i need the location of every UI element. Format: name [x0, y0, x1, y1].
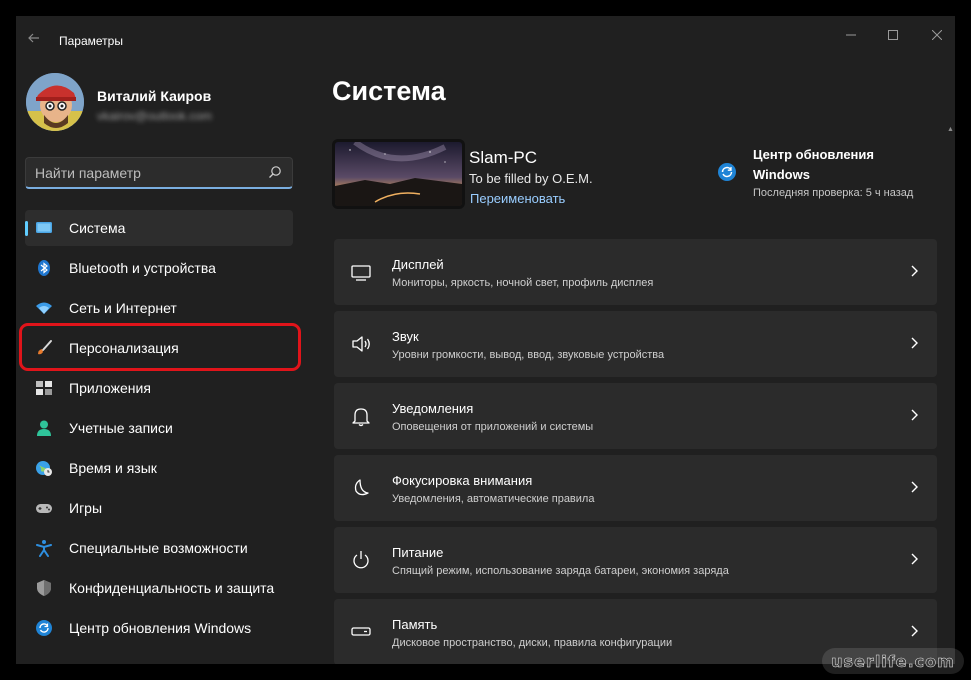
card-title: Звук [392, 329, 419, 344]
chevron-right-icon [911, 553, 918, 565]
power-icon [353, 551, 369, 569]
chevron-right-icon [911, 625, 918, 637]
device-model: To be filled by O.E.M. [469, 171, 593, 186]
card-subtitle: Уведомления, автоматические правила [392, 493, 595, 505]
bluetooth-icon [38, 260, 50, 276]
card-power[interactable]: Питание Спящий режим, использование заря… [334, 527, 937, 593]
sidebar-item-label: Игры [69, 500, 103, 516]
bell-icon [352, 408, 370, 427]
shield-icon [37, 580, 51, 596]
card-title: Питание [392, 545, 444, 560]
chevron-right-icon [911, 337, 918, 349]
sidebar-nav: Система Bluetooth и устройства Сеть и Ин… [25, 210, 293, 650]
sidebar-item-label: Bluetooth и устройства [69, 260, 216, 276]
sidebar-item-label: Учетные записи [69, 420, 173, 436]
search-box[interactable] [25, 157, 293, 189]
device-wallpaper-thumbnail [332, 139, 465, 209]
watermark-text: userlife.com [831, 652, 955, 672]
profile-name: Виталий Каиров [97, 88, 212, 104]
card-display[interactable]: Дисплей Мониторы, яркость, ночной свет, … [334, 239, 937, 305]
card-title: Память [392, 617, 438, 632]
close-button[interactable] [914, 22, 955, 50]
card-sound[interactable]: Звук Уровни громкости, вывод, ввод, звук… [334, 311, 937, 377]
card-title: Фокусировка внимания [392, 473, 533, 488]
settings-window: Параметры Виталий Каиров vkairov@outlook… [16, 16, 955, 664]
minimize-button[interactable] [828, 22, 874, 50]
avatar[interactable] [26, 73, 84, 131]
windows-update-status-icon[interactable] [717, 162, 737, 182]
rename-link[interactable]: Переименовать [470, 191, 565, 206]
sidebar-item-windows-update[interactable]: Центр обновления Windows [25, 610, 293, 646]
chevron-right-icon [911, 409, 918, 421]
moon-icon [354, 479, 369, 496]
sidebar-item-personalization[interactable]: Персонализация [25, 330, 293, 366]
sidebar-item-gaming[interactable]: Игры [25, 490, 293, 526]
sidebar-item-network[interactable]: Сеть и Интернет [25, 290, 293, 326]
update-status-title[interactable]: Центр обновления Windows [753, 145, 913, 185]
card-subtitle: Мониторы, яркость, ночной свет, профиль … [392, 277, 654, 289]
wifi-icon [36, 302, 52, 314]
brush-icon [38, 340, 52, 355]
display-icon [351, 265, 371, 281]
account-icon [37, 420, 51, 436]
back-arrow-icon[interactable] [24, 30, 44, 50]
apps-icon [36, 381, 52, 395]
system-display-icon [36, 222, 52, 233]
globe-clock-icon [36, 461, 52, 476]
gamepad-icon [36, 504, 52, 513]
search-icon[interactable] [268, 165, 282, 179]
settings-card-list: Дисплей Мониторы, яркость, ночной свет, … [334, 239, 937, 664]
card-subtitle: Спящий режим, использование заряда батар… [392, 565, 729, 577]
sidebar-item-label: Конфиденциальность и защита [69, 580, 275, 596]
sidebar-item-bluetooth[interactable]: Bluetooth и устройства [25, 250, 293, 286]
chevron-right-icon [911, 265, 918, 277]
sidebar-item-label: Система [69, 220, 126, 236]
device-name: Slam-PC [469, 148, 538, 167]
card-subtitle: Уровни громкости, вывод, ввод, звуковые … [392, 349, 665, 361]
card-focus-assist[interactable]: Фокусировка внимания Уведомления, автома… [334, 455, 937, 521]
page-title: Система [332, 76, 446, 106]
accessibility-icon [36, 540, 52, 557]
update-status-subtitle: Последняя проверка: 5 ч назад [753, 187, 914, 199]
sidebar-item-label: Персонализация [69, 340, 179, 356]
title-bar: Параметры [16, 16, 955, 64]
profile-email: vkairov@outlook.com [97, 109, 212, 123]
storage-icon [351, 627, 371, 636]
card-title: Уведомления [392, 401, 474, 416]
watermark: userlife.com [822, 648, 964, 674]
search-input[interactable] [35, 164, 255, 182]
sidebar-item-label: Приложения [69, 380, 151, 396]
card-notifications[interactable]: Уведомления Оповещения от приложений и с… [334, 383, 937, 449]
sidebar-item-label: Сеть и Интернет [69, 300, 177, 316]
card-subtitle: Дисковое пространство, диски, правила ко… [392, 637, 673, 649]
sidebar-item-accounts[interactable]: Учетные записи [25, 410, 293, 446]
sidebar-item-label: Специальные возможности [69, 540, 248, 556]
card-subtitle: Оповещения от приложений и системы [392, 421, 594, 433]
sidebar-item-system[interactable]: Система [25, 210, 293, 246]
app-title: Параметры [59, 34, 123, 48]
card-title: Дисплей [392, 257, 444, 272]
sidebar-item-privacy[interactable]: Конфиденциальность и защита [25, 570, 293, 606]
sidebar-item-label: Центр обновления Windows [69, 620, 252, 636]
sidebar-item-label: Время и язык [69, 460, 157, 476]
sidebar-item-accessibility[interactable]: Специальные возможности [25, 530, 293, 566]
sidebar-item-apps[interactable]: Приложения [25, 370, 293, 406]
scroll-up-arrow-icon[interactable]: ▲ [947, 126, 954, 133]
chevron-right-icon [911, 481, 918, 493]
speaker-icon [352, 336, 370, 352]
sidebar-item-time-language[interactable]: Время и язык [25, 450, 293, 486]
windows-update-icon [36, 620, 52, 636]
maximize-button[interactable] [870, 22, 916, 50]
